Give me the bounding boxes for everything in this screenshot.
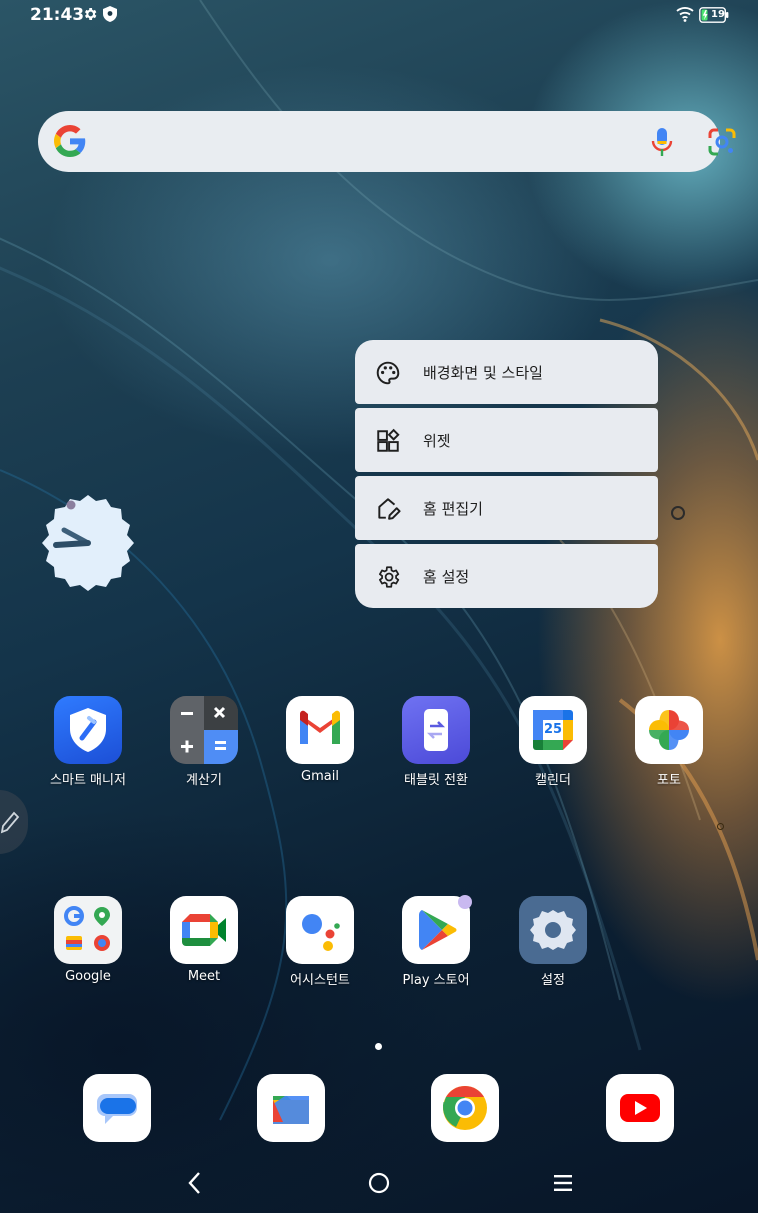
calendar-icon: 25 (519, 696, 587, 764)
gear-icon (85, 8, 97, 20)
app-label: 어시스턴트 (290, 973, 350, 988)
battery-charging-icon: 19 (699, 7, 729, 23)
settings-icon (519, 896, 587, 964)
gear-icon (379, 566, 400, 588)
menu-item-label: 홈 편집기 (423, 500, 483, 518)
app-calendar[interactable]: 25 캘린더 (498, 696, 608, 788)
app-label: 캘린더 (535, 773, 571, 788)
menu-item-label: 홈 설정 (423, 568, 470, 586)
menu-item-wallpaper-style[interactable]: 배경화면 및 스타일 (355, 340, 658, 404)
meet-icon (170, 896, 238, 964)
status-time: 21:43 (30, 5, 85, 25)
home-edit-icon (378, 498, 401, 520)
app-label: Play 스토어 (402, 973, 470, 988)
smart-manager-icon (54, 696, 122, 764)
shield-icon (103, 6, 117, 22)
tablet-switch-icon (402, 696, 470, 764)
pencil-icon (0, 811, 20, 834)
menu-item-label: 배경화면 및 스타일 (423, 364, 543, 382)
messages-icon[interactable] (83, 1074, 151, 1142)
notification-dot (458, 895, 472, 909)
app-photos[interactable]: 포토 (614, 696, 724, 788)
app-calculator[interactable]: 계산기 (149, 696, 259, 788)
edge-panel-handle[interactable] (0, 790, 28, 854)
wallpaper-glint (717, 823, 724, 830)
home-icon[interactable] (367, 1171, 391, 1195)
photos-icon (635, 696, 703, 764)
calendar-day: 25 (543, 722, 563, 737)
google-g-icon (54, 125, 86, 157)
clock-widget[interactable] (38, 493, 138, 593)
app-label: 스마트 매니저 (50, 773, 126, 788)
app-label: 계산기 (186, 773, 222, 788)
widgets-icon (377, 428, 400, 452)
mic-icon[interactable] (650, 126, 674, 158)
battery-level: 19 (711, 9, 725, 20)
calculator-icon (170, 696, 238, 764)
chrome-icon[interactable] (431, 1074, 499, 1142)
app-settings[interactable]: 설정 (498, 896, 608, 988)
app-label: Gmail (301, 769, 339, 784)
back-icon[interactable] (184, 1170, 206, 1196)
google-lens-icon[interactable] (706, 126, 738, 158)
app-meet[interactable]: Meet (149, 896, 259, 984)
menu-item-home-settings[interactable]: 홈 설정 (355, 544, 658, 608)
app-label: Meet (187, 969, 221, 984)
wallpaper-glint (671, 506, 685, 520)
menu-item-label: 위젯 (423, 432, 451, 450)
app-tablet-switch[interactable]: 태블릿 전환 (381, 696, 491, 788)
page-indicator (375, 1043, 382, 1050)
status-bar: 21:43 19 (0, 0, 758, 32)
app-gmail[interactable]: Gmail (265, 696, 375, 784)
app-folder-google[interactable]: Google (33, 896, 143, 984)
wifi-icon (676, 7, 694, 22)
navigation-bar (0, 1160, 758, 1210)
app-label: Google (65, 969, 111, 984)
assistant-icon (286, 896, 354, 964)
google-search-bar[interactable] (38, 111, 736, 172)
files-icon[interactable] (257, 1074, 325, 1142)
menu-item-widgets[interactable]: 위젯 (355, 408, 658, 472)
youtube-icon[interactable] (606, 1074, 674, 1142)
google-folder-icon (54, 896, 122, 964)
app-label: 태블릿 전환 (404, 773, 468, 788)
menu-item-home-editor[interactable]: 홈 편집기 (355, 476, 658, 540)
app-label: 설정 (541, 973, 565, 988)
app-label: 포토 (657, 773, 681, 788)
palette-icon (376, 361, 400, 385)
gmail-icon (286, 696, 354, 764)
recents-icon[interactable] (552, 1173, 574, 1193)
app-smart-manager[interactable]: 스마트 매니저 (33, 696, 143, 788)
app-play-store[interactable]: Play 스토어 (381, 896, 491, 988)
app-assistant[interactable]: 어시스턴트 (265, 896, 375, 988)
